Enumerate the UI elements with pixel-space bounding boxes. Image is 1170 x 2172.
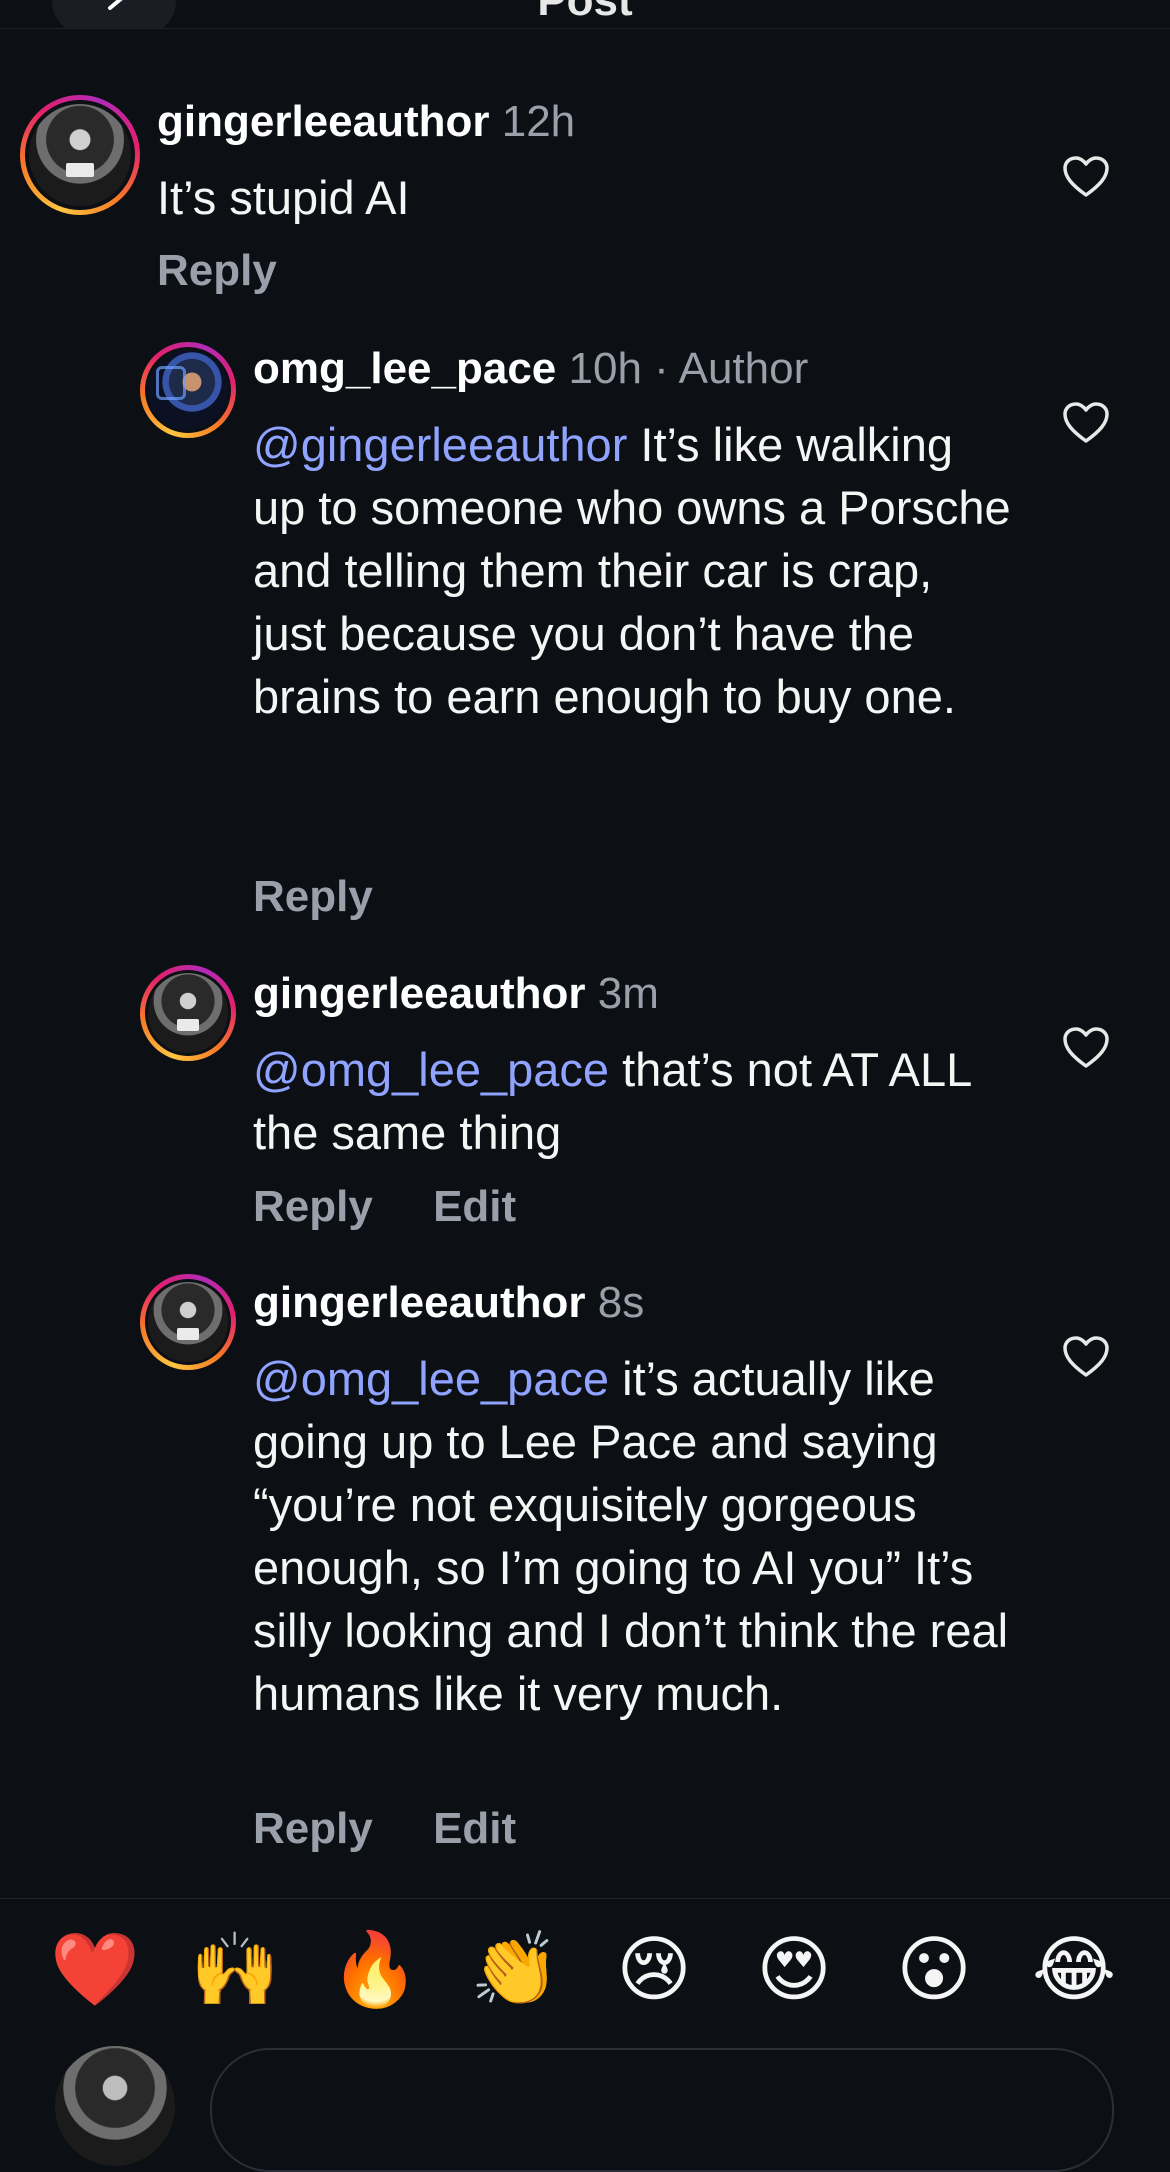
comment-text: It’s stupid AI	[157, 171, 410, 224]
avatar[interactable]	[20, 95, 140, 215]
reply-button[interactable]: Reply	[253, 1182, 373, 1231]
edit-button[interactable]: Edit	[433, 1182, 516, 1231]
reaction-laughing-emoji[interactable]: 😂	[1032, 1928, 1116, 2012]
reaction-fire-emoji[interactable]: 🔥	[330, 1928, 420, 2012]
reaction-heart-eyes-emoji[interactable]: 😍	[752, 1928, 836, 2012]
comment-text: @gingerleeauthor It’s like walking up to…	[253, 418, 1011, 723]
reply-button[interactable]: Reply	[253, 872, 373, 921]
comment-username[interactable]: gingerleeauthor	[157, 97, 490, 146]
comment-reply: gingerleeauthor 8s @omg_lee_pace it’s ac…	[0, 1264, 1170, 1864]
comment-text: @omg_lee_pace it’s actually like going u…	[253, 1352, 1009, 1720]
reaction-heart-emoji[interactable]: ❤️	[50, 1928, 140, 2012]
comment-time: 3m	[597, 969, 659, 1018]
reply-button[interactable]: Reply	[157, 246, 277, 295]
mention-link[interactable]: @gingerleeauthor	[253, 418, 627, 471]
emoji-reactions-bar: ❤️ 🙌 🔥 👏 😢 😍 😮 😂	[0, 1928, 1170, 2010]
mention-link[interactable]: @omg_lee_pace	[253, 1352, 609, 1405]
reply-button[interactable]: Reply	[253, 1804, 373, 1853]
comment-input[interactable]	[210, 2048, 1114, 2172]
reaction-crying-emoji[interactable]: 😢	[612, 1928, 696, 2012]
comment-username[interactable]: gingerleeauthor	[253, 969, 586, 1018]
comment-username[interactable]: omg_lee_pace	[253, 344, 556, 393]
comment: gingerleeauthor 12h It’s stupid AI Reply	[0, 0, 1170, 310]
reaction-surprised-emoji[interactable]: 😮	[892, 1928, 976, 2012]
edit-button[interactable]: Edit	[433, 1804, 516, 1853]
comment-time: 8s	[597, 1278, 645, 1327]
avatar[interactable]	[140, 1274, 236, 1370]
reactions-divider	[0, 1898, 1170, 1899]
avatar[interactable]	[140, 342, 236, 438]
reaction-clap-emoji[interactable]: 👏	[470, 1928, 560, 2012]
heart-outline-icon[interactable]	[1062, 1026, 1110, 1070]
avatar[interactable]	[140, 965, 236, 1061]
comment-reply: gingerleeauthor 3m @omg_lee_pace that’s …	[0, 955, 1170, 1255]
heart-outline-icon[interactable]	[1062, 1335, 1110, 1379]
comment-time: 10h	[568, 344, 642, 393]
current-user-avatar	[55, 2046, 175, 2166]
reaction-raised-hands-emoji[interactable]: 🙌	[190, 1928, 280, 2012]
comment-text: @omg_lee_pace that’s not AT ALL the same…	[253, 1043, 971, 1159]
heart-outline-icon[interactable]	[1062, 401, 1110, 445]
comment-reply: omg_lee_pace 10h · Author @gingerleeauth…	[0, 330, 1170, 930]
comment-username[interactable]: gingerleeauthor	[253, 1278, 586, 1327]
comment-time: 12h	[501, 97, 576, 146]
author-badge: · Author	[654, 344, 809, 393]
mention-link[interactable]: @omg_lee_pace	[253, 1043, 609, 1096]
heart-outline-icon[interactable]	[1062, 155, 1110, 199]
